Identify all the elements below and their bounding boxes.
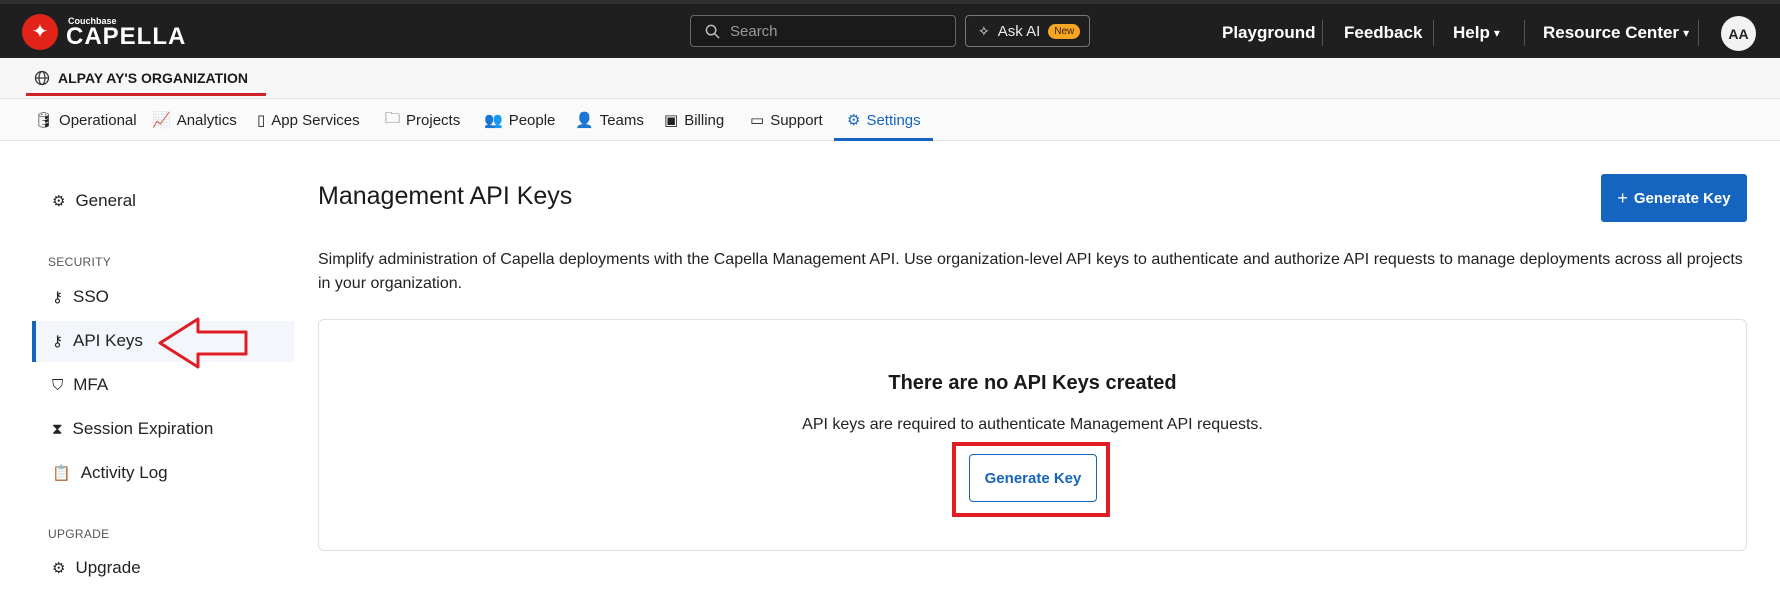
sidebar-item-label: General xyxy=(75,191,136,210)
ask-ai-button[interactable]: ✧ Ask AI New xyxy=(965,15,1090,47)
sidebar-item-label: Upgrade xyxy=(75,558,141,577)
chart-icon: 📈 xyxy=(152,112,171,129)
globe-icon xyxy=(34,70,50,86)
plus-icon: + xyxy=(1617,187,1628,208)
nav-divider xyxy=(1433,20,1434,46)
capella-logo-icon: ✦ xyxy=(22,14,58,50)
nav-playground[interactable]: Playground xyxy=(1222,4,1316,62)
sidebar-item-api-keys[interactable]: ⚷ API Keys xyxy=(34,321,143,361)
nav-help-label: Help xyxy=(1453,23,1490,42)
nav-divider xyxy=(1698,20,1699,46)
sidebar-item-label: Session Expiration xyxy=(72,419,214,438)
support-icon: ▭ xyxy=(750,112,765,129)
key-icon: ⚷ xyxy=(52,333,63,350)
tab-label: Settings xyxy=(866,111,921,129)
top-bar: ✦ Couchbase CAPELLA ✧ Ask AI New Playgro… xyxy=(0,0,1780,58)
tab-app-services[interactable]: ▯ App Services xyxy=(257,99,360,141)
nav-divider xyxy=(1524,20,1525,46)
tab-label: Support xyxy=(770,111,823,129)
nav-resource-center[interactable]: Resource Center ▾ xyxy=(1543,4,1689,62)
sidebar-item-label: Activity Log xyxy=(80,463,168,482)
sidebar-item-activity-log[interactable]: 📋 Activity Log xyxy=(34,453,168,493)
teams-icon: 👤 xyxy=(575,112,594,129)
tab-label: Operational xyxy=(59,111,137,129)
empty-state-title: There are no API Keys created xyxy=(888,372,1177,394)
chevron-down-icon: ▾ xyxy=(1683,26,1690,40)
tab-bar: 🛢 Operational 📈 Analytics ▯ App Services 🗀 P… xyxy=(0,99,1780,141)
generate-key-button[interactable]: + Generate Key xyxy=(1601,174,1747,222)
tab-label: App Services xyxy=(271,111,360,129)
nav-playground-label: Playground xyxy=(1222,23,1316,42)
app-services-icon: ▯ xyxy=(257,112,266,129)
annotation-underline xyxy=(26,93,266,96)
nav-feedback-label: Feedback xyxy=(1344,23,1423,42)
search-box[interactable] xyxy=(690,15,956,47)
capella-logo[interactable]: ✦ Couchbase CAPELLA xyxy=(22,14,186,50)
folder-icon: 🗀 xyxy=(385,109,401,127)
sidebar-item-general[interactable]: ⚙ General xyxy=(34,181,136,221)
generate-key-label: Generate Key xyxy=(1633,189,1731,207)
sidebar-item-label: MFA xyxy=(73,375,109,394)
sidebar-item-label: SSO xyxy=(73,287,109,306)
sidebar-section-heading: SECURITY xyxy=(48,255,112,269)
nav-divider xyxy=(1322,20,1323,46)
gear-icon: ⚙ xyxy=(52,193,66,210)
sidebar-item-session-expiration[interactable]: ⧗ Session Expiration xyxy=(34,409,213,449)
tab-people[interactable]: 👥 People xyxy=(484,99,555,141)
new-badge: New xyxy=(1048,23,1081,39)
tab-settings[interactable]: ⚙ Settings xyxy=(847,99,921,141)
tab-operational[interactable]: 🛢 Operational xyxy=(34,99,137,141)
empty-state-generate-key-button[interactable]: Generate Key xyxy=(969,454,1097,502)
nav-feedback[interactable]: Feedback xyxy=(1344,4,1422,62)
tab-projects[interactable]: 🗀 Projects xyxy=(385,99,460,141)
people-icon: 👥 xyxy=(484,112,503,129)
organization-selector[interactable]: ALPAY AY'S ORGANIZATION xyxy=(34,70,248,86)
page-title: Management API Keys xyxy=(318,182,573,210)
hourglass-icon: ⧗ xyxy=(52,420,63,438)
tab-label: Projects xyxy=(406,111,461,129)
sparkle-icon: ✧ xyxy=(978,22,990,39)
empty-state-subtitle: API keys are required to authenticate Ma… xyxy=(802,416,1263,433)
tab-analytics[interactable]: 📈 Analytics xyxy=(152,99,237,141)
sidebar-item-sso[interactable]: ⚷ SSO xyxy=(34,277,109,317)
tab-teams[interactable]: 👤 Teams xyxy=(575,99,644,141)
organization-bar: ALPAY AY'S ORGANIZATION xyxy=(0,58,1780,99)
tab-label: Teams xyxy=(599,111,644,129)
nav-help[interactable]: Help ▾ xyxy=(1453,4,1500,62)
shield-check-icon: ⛉ xyxy=(52,376,64,394)
nav-resource-center-label: Resource Center xyxy=(1543,23,1680,42)
tab-label: Analytics xyxy=(176,111,237,129)
empty-state-card: There are no API Keys created API keys a… xyxy=(318,319,1747,551)
search-input[interactable] xyxy=(730,22,930,40)
avatar[interactable]: AA xyxy=(1721,16,1756,51)
organization-name: ALPAY AY'S ORGANIZATION xyxy=(58,70,249,86)
clipboard-icon: 📋 xyxy=(52,465,71,482)
page-description: Simplify administration of Capella deplo… xyxy=(318,251,1743,292)
sidebar-item-label: API Keys xyxy=(73,331,143,350)
tab-support[interactable]: ▭ Support xyxy=(750,99,823,141)
chevron-down-icon: ▾ xyxy=(1493,26,1500,40)
database-icon: 🛢 xyxy=(34,112,54,129)
tab-label: People xyxy=(508,111,556,129)
key-icon: ⚷ xyxy=(52,289,63,306)
tab-billing[interactable]: ▣ Billing xyxy=(664,99,724,141)
active-tab-indicator xyxy=(834,138,933,141)
gear-icon: ⚙ xyxy=(847,112,861,129)
billing-icon: ▣ xyxy=(664,112,679,129)
search-icon xyxy=(705,24,720,39)
sidebar-item-mfa[interactable]: ⛉ MFA xyxy=(34,365,108,405)
tab-label: Billing xyxy=(684,111,725,129)
ask-ai-label: Ask AI xyxy=(997,22,1041,40)
sidebar-item-upgrade[interactable]: ⚙ Upgrade xyxy=(34,548,141,588)
gear-icon: ⚙ xyxy=(52,560,66,577)
logo-brand-name: CAPELLA xyxy=(66,23,187,50)
sidebar-section-heading: UPGRADE xyxy=(48,527,110,541)
